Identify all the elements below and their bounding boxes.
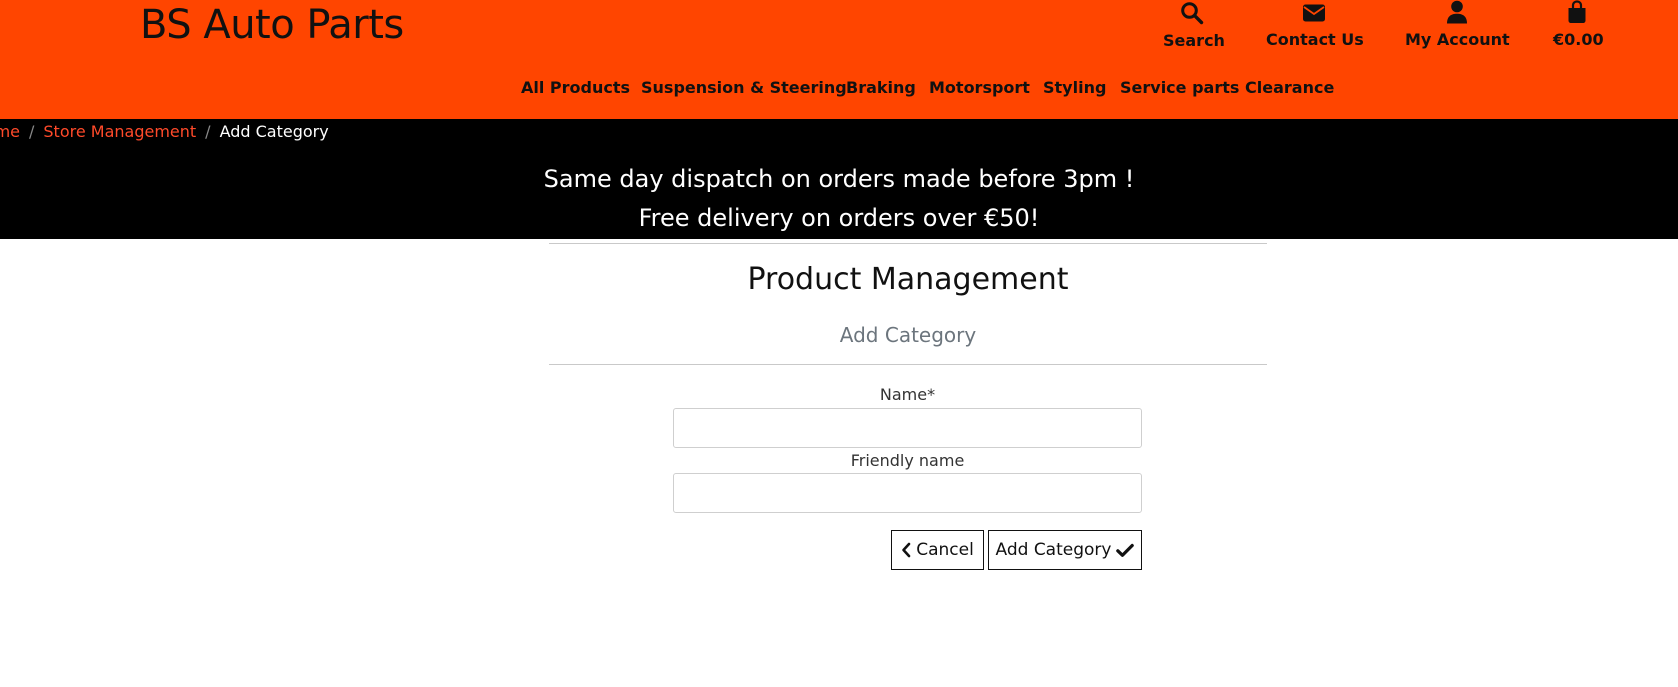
breadcrumb-current: Add Category (219, 122, 329, 141)
breadcrumb-separator: / (205, 122, 211, 141)
friendly-name-input[interactable] (673, 473, 1142, 513)
nav-all-products[interactable]: All Products (521, 78, 630, 97)
add-category-button[interactable]: Add Category (988, 530, 1142, 570)
nav-service-parts[interactable]: Service parts (1120, 78, 1239, 97)
search-nav-label: Search (1163, 31, 1225, 50)
my-account-nav-item[interactable]: My Account (1405, 0, 1510, 52)
divider (549, 243, 1267, 244)
breadcrumb-home-link[interactable]: Home (0, 122, 20, 141)
chevron-left-icon (902, 542, 911, 558)
nav-styling[interactable]: Styling (1043, 78, 1106, 97)
breadcrumb: Home / Store Management / Add Category (0, 122, 329, 144)
site-header: BS Auto Parts Search Contact Us My Accou… (0, 0, 1678, 119)
friendly-name-field-label: Friendly name (850, 451, 965, 470)
promo-dispatch-text: Same day dispatch on orders made before … (543, 165, 1135, 193)
checkmark-icon (1116, 543, 1135, 557)
search-icon (1181, 2, 1204, 25)
shopping-bag-nav-item[interactable]: €0.00 (1553, 0, 1604, 52)
main-navigation: All Products Suspension & Steering Braki… (0, 78, 1678, 102)
nav-motorsport[interactable]: Motorsport (929, 78, 1030, 97)
divider (549, 364, 1267, 365)
site-logo[interactable]: BS Auto Parts (140, 2, 404, 48)
shopping-bag-icon (1568, 0, 1585, 23)
cart-total-label: €0.00 (1553, 30, 1604, 49)
add-category-button-label: Add Category (995, 540, 1112, 560)
page-subtitle: Add Category (839, 323, 977, 347)
cancel-button-label: Cancel (916, 540, 974, 560)
breadcrumb-store-management-link[interactable]: Store Management (43, 122, 196, 141)
breadcrumb-separator: / (29, 122, 35, 141)
nav-braking[interactable]: Braking (846, 78, 916, 97)
envelope-icon (1302, 4, 1325, 22)
contact-us-nav-label: Contact Us (1266, 30, 1364, 49)
promo-delivery-text: Free delivery on orders over €50! (638, 204, 1040, 232)
page-title: Product Management (747, 262, 1069, 297)
name-input[interactable] (673, 408, 1142, 448)
user-icon (1446, 0, 1467, 24)
nav-suspension-steering[interactable]: Suspension & Steering (641, 78, 847, 97)
contact-us-nav-item[interactable]: Contact Us (1266, 0, 1364, 52)
nav-clearance[interactable]: Clearance (1245, 78, 1334, 97)
name-field-label: Name* (879, 385, 936, 404)
my-account-nav-label: My Account (1405, 30, 1510, 49)
cancel-button[interactable]: Cancel (891, 530, 984, 570)
search-nav-item[interactable]: Search (1163, 0, 1225, 52)
